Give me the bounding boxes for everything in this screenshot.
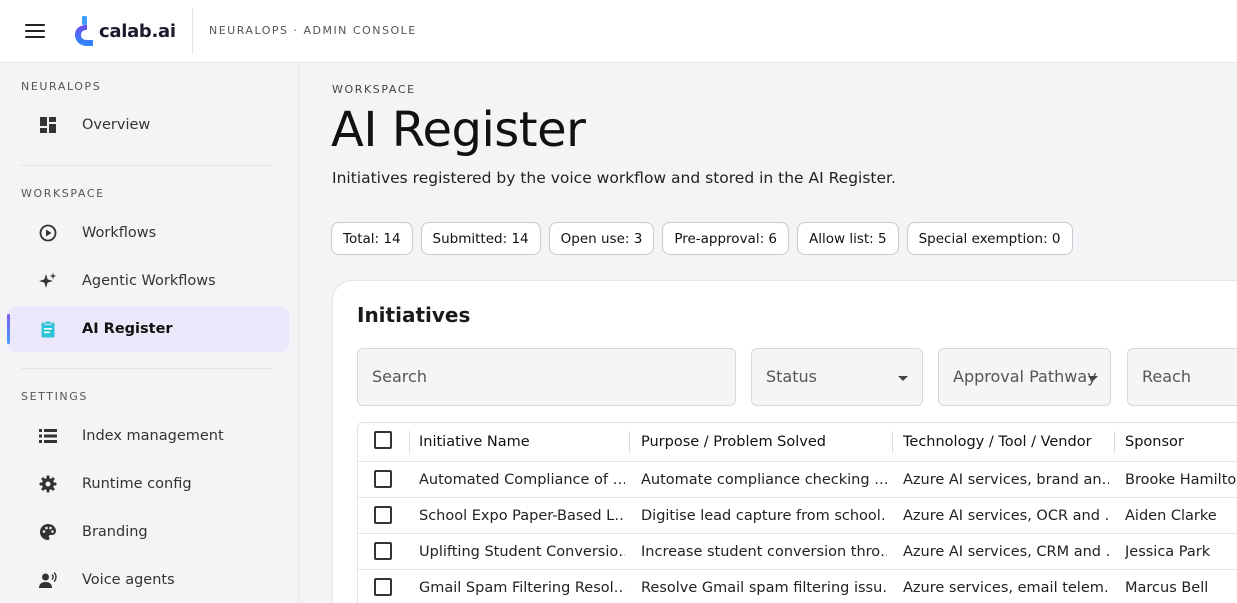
sidebar-item-agentic-workflows[interactable]: Agentic Workflows — [7, 258, 289, 304]
column-header[interactable]: Technology / Tool / Vendor — [903, 423, 1113, 461]
section-neuralops: NEURALOPS — [21, 80, 102, 93]
row-checkbox[interactable] — [374, 542, 392, 560]
reach-select[interactable]: Reach — [1127, 348, 1237, 406]
clipboard-icon — [39, 320, 57, 338]
sidebar-item-label: Index management — [82, 428, 224, 444]
cell-purpose: Automate compliance checking … — [641, 471, 887, 488]
section-settings: SETTINGS — [21, 390, 88, 403]
page-title: AI Register — [331, 102, 586, 158]
column-header[interactable]: Sponsor — [1125, 423, 1237, 461]
dashboard-icon — [39, 116, 57, 134]
chip-submitted[interactable]: Submitted: 14 — [420, 222, 541, 255]
sidebar-item-label: Overview — [82, 117, 151, 133]
card-title: Initiatives — [357, 303, 471, 327]
row-checkbox[interactable] — [374, 578, 392, 596]
column-divider — [629, 431, 630, 453]
top-bar: calab.ai NEURALOPS · ADMIN CONSOLE — [0, 0, 1237, 63]
cell-technology: Azure AI services, brand an… — [903, 471, 1109, 488]
cell-technology: Azure services, email telem… — [903, 579, 1109, 596]
search-input[interactable]: Search — [357, 348, 736, 406]
row-checkbox[interactable] — [374, 506, 392, 524]
chip-allow-list[interactable]: Allow list: 5 — [797, 222, 899, 255]
chip-total[interactable]: Total: 14 — [331, 222, 413, 255]
gear-icon — [39, 475, 57, 493]
sidebar-item-ai-register[interactable]: AI Register — [7, 306, 289, 352]
table-row[interactable]: Uplifting Student Conversio… Increase st… — [358, 534, 1237, 570]
list-icon — [39, 427, 57, 445]
cell-technology: Azure AI services, CRM and … — [903, 543, 1109, 560]
sidebar-item-label: Workflows — [82, 225, 157, 241]
sidebar-item-label: Runtime config — [82, 476, 192, 492]
cell-sponsor: Brooke Hamilton — [1125, 471, 1237, 488]
approval-pathway-select[interactable]: Approval Pathway — [938, 348, 1111, 406]
initiatives-card: Initiatives Search Status Approval Pathw… — [332, 280, 1237, 603]
table-header: Initiative Name Purpose / Problem Solved… — [358, 423, 1237, 462]
divider — [21, 368, 273, 369]
chevron-down-icon — [898, 376, 908, 381]
chip-pre-approval[interactable]: Pre-approval: 6 — [662, 222, 790, 255]
column-divider — [1114, 431, 1115, 453]
cell-initiative-name: Uplifting Student Conversio… — [419, 543, 625, 560]
cell-sponsor: Jessica Park — [1125, 543, 1211, 560]
select-all-checkbox[interactable] — [374, 431, 392, 449]
brand-name: calab.ai — [99, 20, 176, 42]
table-row[interactable]: Gmail Spam Filtering Resol… Resolve Gmai… — [358, 570, 1237, 603]
sidebar-item-workflows[interactable]: Workflows — [7, 210, 289, 256]
app-context: NEURALOPS · ADMIN CONSOLE — [209, 24, 417, 37]
sidebar-item-runtime-config[interactable]: Runtime config — [7, 461, 289, 507]
chevron-down-icon — [1088, 376, 1098, 381]
voice-agent-icon — [39, 571, 57, 589]
cell-sponsor: Marcus Bell — [1125, 579, 1209, 596]
play-circle-icon — [39, 224, 57, 242]
top-divider — [192, 8, 193, 54]
column-divider — [409, 431, 410, 453]
sidebar-item-overview[interactable]: Overview — [7, 102, 289, 148]
sidebar-item-label: AI Register — [82, 321, 173, 337]
brand-logo[interactable]: calab.ai — [73, 14, 176, 48]
column-header[interactable]: Initiative Name — [419, 423, 619, 461]
logo-mark-icon — [75, 16, 93, 46]
cell-purpose: Digitise lead capture from school… — [641, 507, 887, 524]
column-divider — [892, 431, 893, 453]
cell-purpose: Resolve Gmail spam filtering issu… — [641, 579, 887, 596]
initiatives-table: Initiative Name Purpose / Problem Solved… — [357, 422, 1237, 603]
row-checkbox[interactable] — [374, 470, 392, 488]
approval-pathway-label: Approval Pathway — [953, 367, 1097, 386]
sparkles-icon — [39, 272, 57, 290]
table-row[interactable]: School Expo Paper-Based L… Digitise lead… — [358, 498, 1237, 534]
sidebar-item-label: Agentic Workflows — [82, 273, 216, 289]
cell-sponsor: Aiden Clarke — [1125, 507, 1217, 524]
sidebar-item-label: Voice agents — [82, 572, 175, 588]
cell-initiative-name: Gmail Spam Filtering Resol… — [419, 579, 625, 596]
palette-icon — [39, 523, 57, 541]
sidebar-item-voice-agents[interactable]: Voice agents — [7, 557, 289, 603]
chip-open-use[interactable]: Open use: 3 — [548, 222, 655, 255]
active-indicator — [7, 314, 10, 344]
divider — [21, 165, 273, 166]
summary-chips: Total: 14 Submitted: 14 Open use: 3 Pre-… — [331, 222, 1073, 255]
status-select[interactable]: Status — [751, 348, 923, 406]
sidebar: NEURALOPS Overview WORKSPACE Workflows A… — [0, 64, 299, 603]
menu-icon[interactable] — [25, 24, 45, 38]
main-content: WORKSPACE AI Register Initiatives regist… — [300, 64, 1237, 603]
sidebar-item-index-management[interactable]: Index management — [7, 413, 289, 459]
sidebar-item-label: Branding — [82, 524, 148, 540]
status-label: Status — [766, 367, 817, 386]
cell-technology: Azure AI services, OCR and … — [903, 507, 1109, 524]
page-subtitle: Initiatives registered by the voice work… — [332, 169, 896, 187]
sidebar-item-branding[interactable]: Branding — [7, 509, 289, 555]
eyebrow: WORKSPACE — [332, 83, 416, 96]
reach-label: Reach — [1142, 367, 1191, 386]
search-placeholder: Search — [372, 367, 427, 386]
table-row[interactable]: Automated Compliance of … Automate compl… — [358, 462, 1237, 498]
cell-initiative-name: Automated Compliance of … — [419, 471, 625, 488]
cell-purpose: Increase student conversion thro… — [641, 543, 887, 560]
cell-initiative-name: School Expo Paper-Based L… — [419, 507, 625, 524]
column-header[interactable]: Purpose / Problem Solved — [641, 423, 891, 461]
chip-special-exemption[interactable]: Special exemption: 0 — [906, 222, 1073, 255]
section-workspace: WORKSPACE — [21, 187, 105, 200]
